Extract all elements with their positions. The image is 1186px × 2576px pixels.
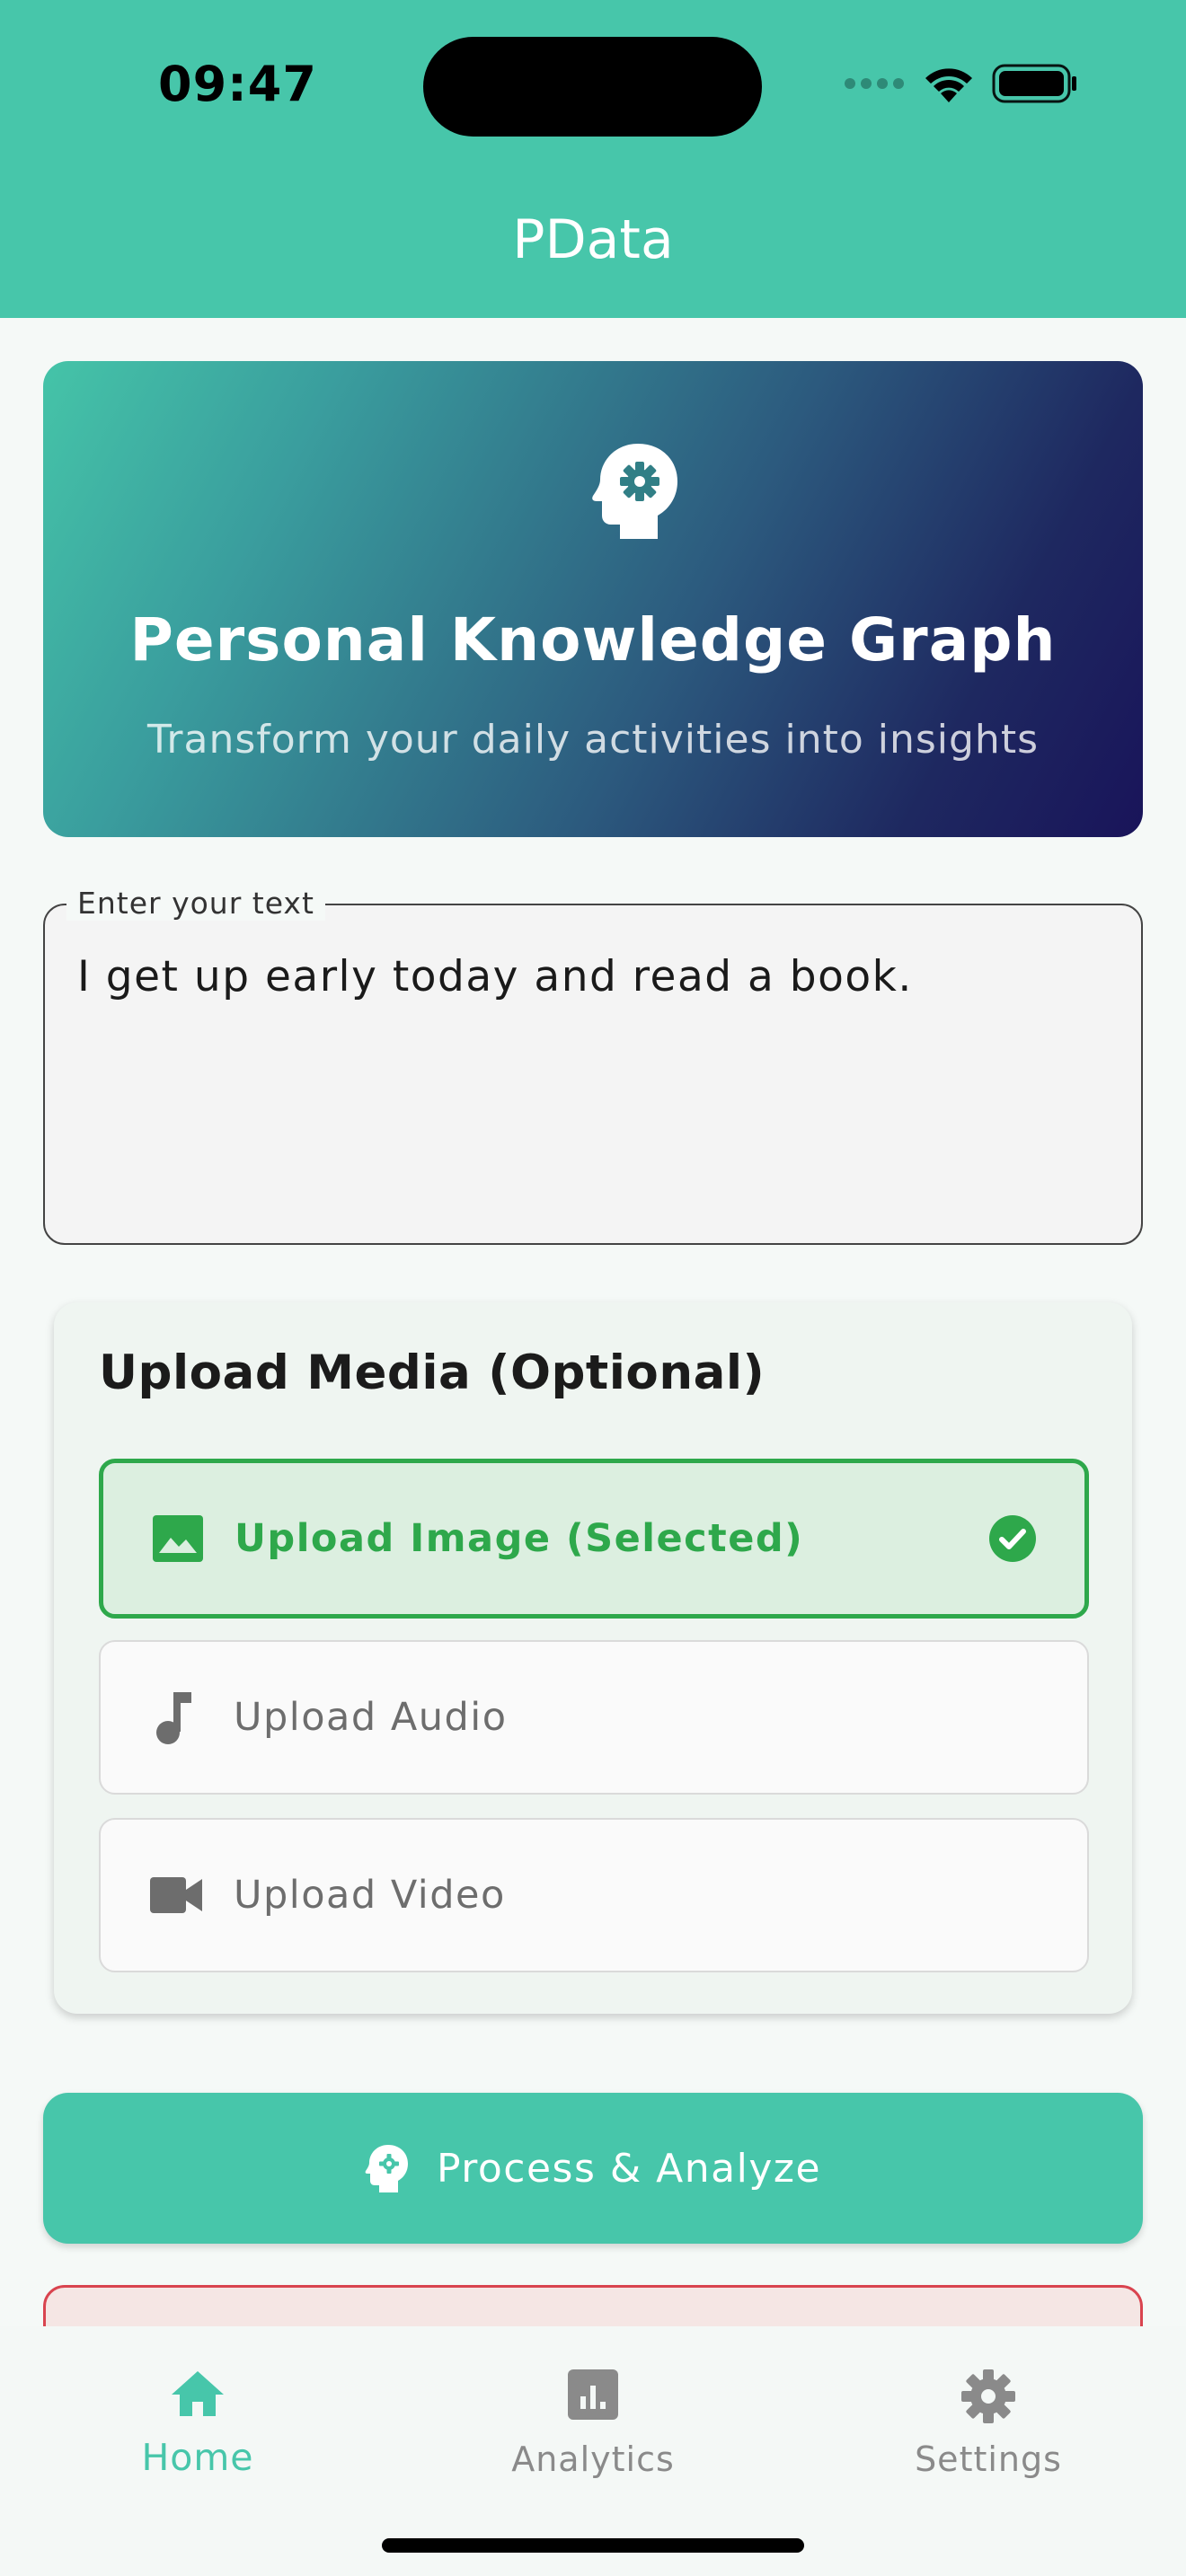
nav-label-home: Home: [141, 2436, 254, 2479]
videocam-icon: [150, 1877, 202, 1913]
dynamic-island: [423, 37, 762, 137]
head-gear-icon: [591, 440, 681, 544]
hero-title: Personal Knowledge Graph: [129, 605, 1057, 675]
upload-media-card: Upload Media (Optional) Upload Image (Se…: [54, 1302, 1132, 2014]
wifi-icon: [925, 68, 972, 102]
check-circle-icon: [989, 1515, 1036, 1562]
process-analyze-button[interactable]: Process & Analyze: [43, 2093, 1143, 2244]
upload-image-button[interactable]: Upload Image (Selected): [99, 1459, 1089, 1619]
nav-item-home[interactable]: Home: [0, 2326, 395, 2533]
home-icon: [170, 2369, 226, 2416]
text-input-field[interactable]: Enter your text I get up early today and…: [43, 886, 1143, 1245]
status-icons: [843, 63, 1078, 104]
settings-icon: [961, 2369, 1015, 2423]
nav-item-settings[interactable]: Settings: [791, 2326, 1186, 2533]
upload-video-button[interactable]: Upload Video: [99, 1818, 1089, 1972]
home-indicator[interactable]: [382, 2538, 804, 2553]
upload-image-label: Upload Image (Selected): [235, 1516, 804, 1561]
upload-video-label: Upload Video: [234, 1873, 506, 1918]
upload-media-title: Upload Media (Optional): [99, 1345, 766, 1400]
app-bar: 09:47 PData: [0, 0, 1186, 318]
nav-label-settings: Settings: [915, 2439, 1062, 2479]
head-gear-icon: [365, 2143, 410, 2193]
cellular-signal-icon: [845, 78, 904, 89]
status-time: 09:47: [158, 56, 317, 112]
nav-item-analytics[interactable]: Analytics: [395, 2326, 791, 2533]
hero-card: Personal Knowledge Graph Transform your …: [43, 361, 1143, 837]
nav-label-analytics: Analytics: [511, 2439, 675, 2479]
analytics-icon: [568, 2369, 618, 2420]
music-note-icon: [150, 1690, 197, 1744]
text-input-value[interactable]: I get up early today and read a book.: [77, 952, 913, 1001]
text-input-label: Enter your text: [66, 886, 325, 921]
app-title: PData: [512, 208, 674, 271]
image-icon: [153, 1515, 203, 1562]
hero-subtitle: Transform your daily activities into ins…: [146, 717, 1039, 763]
process-analyze-label: Process & Analyze: [436, 2145, 822, 2192]
upload-audio-button[interactable]: Upload Audio: [99, 1640, 1089, 1795]
battery-icon: [992, 64, 1076, 103]
upload-audio-label: Upload Audio: [234, 1695, 508, 1740]
